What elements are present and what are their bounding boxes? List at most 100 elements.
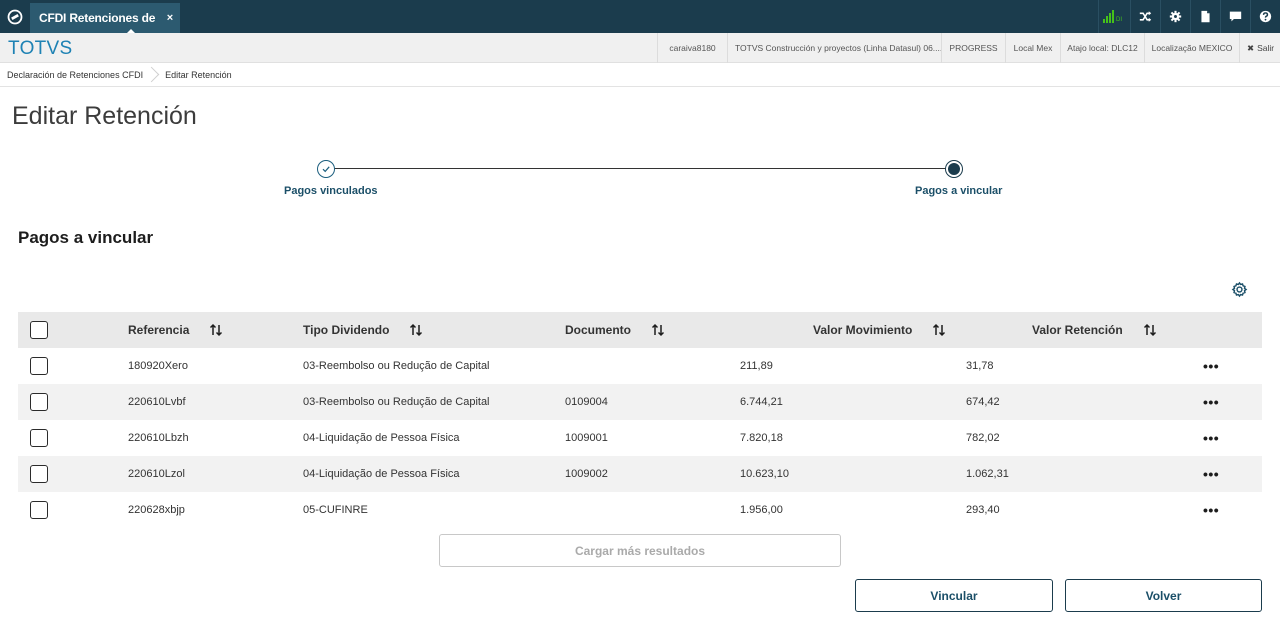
column-label: Referencia xyxy=(128,323,190,337)
help-icon xyxy=(1259,10,1272,23)
database-info: PROGRESS xyxy=(941,33,1005,63)
breadcrumb: Declaración de Retenciones CFDI Editar R… xyxy=(0,63,1280,87)
tab-cfdi-retenciones[interactable]: CFDI Retenciones de × xyxy=(30,3,180,34)
cell-tipo-dividendo: 03-Reembolso ou Redução de Capital xyxy=(303,396,490,408)
header-bar: TOTVS caraiva8180 TOTVS Construcción y p… xyxy=(0,33,1280,63)
top-tab-bar: CFDI Retenciones de × DI xyxy=(0,0,1280,34)
row-checkbox[interactable] xyxy=(30,393,48,411)
settings-button[interactable] xyxy=(1160,0,1190,33)
shuffle-button[interactable] xyxy=(1130,0,1160,33)
row-checkbox[interactable] xyxy=(30,501,48,519)
step-pagos-a-vincular[interactable] xyxy=(945,160,963,178)
cell-documento: 1009002 xyxy=(565,468,608,480)
column-label: Documento xyxy=(565,323,631,337)
localization-info: Localização MEXICO xyxy=(1144,33,1239,63)
vincular-button[interactable]: Vincular xyxy=(855,579,1053,612)
shortcut-info: Atajo local: DLC12 xyxy=(1060,33,1144,63)
cell-tipo-dividendo: 05-CUFINRE xyxy=(303,504,368,516)
step-label-pagos-vinculados[interactable]: Pagos vinculados xyxy=(284,185,378,197)
row-actions-icon[interactable]: ••• xyxy=(1203,492,1219,528)
sort-icon[interactable] xyxy=(932,323,946,337)
tab-close-icon[interactable]: × xyxy=(160,12,180,24)
logout-button[interactable]: ✖ Salir xyxy=(1239,33,1280,63)
cell-valor-movimiento: 211,89 xyxy=(740,360,773,372)
company-info[interactable]: TOTVS Construcción y proyectos (Linha Da… xyxy=(727,33,941,63)
cell-referencia: 220610Lvbf xyxy=(128,396,186,408)
row-checkbox[interactable] xyxy=(30,429,48,447)
cell-documento: 1009001 xyxy=(565,432,608,444)
user-info[interactable]: caraiva8180 xyxy=(657,33,727,63)
di-label: DI xyxy=(1116,17,1122,23)
cell-referencia: 220610Lzol xyxy=(128,468,185,480)
cell-referencia: 180920Xero xyxy=(128,360,188,372)
step-pagos-vinculados[interactable] xyxy=(317,160,335,178)
table-header: Referencia Tipo Dividendo Documento Valo… xyxy=(18,312,1262,348)
table-row[interactable]: 220610Lzol 04-Liquidação de Pessoa Físic… xyxy=(18,456,1262,492)
signal-bars-icon: DI xyxy=(1102,10,1122,23)
step-label-pagos-a-vincular[interactable]: Pagos a vincular xyxy=(915,185,1002,197)
column-header-valor-movimiento[interactable]: Valor Movimiento xyxy=(813,312,946,348)
row-checkbox[interactable] xyxy=(30,465,48,483)
totvs-logo-icon xyxy=(7,9,23,24)
cell-valor-retencion: 1.062,31 xyxy=(966,468,1009,480)
session-info: caraiva8180 TOTVS Construcción y proyect… xyxy=(657,33,1280,63)
table-row[interactable]: 220628xbjp 05-CUFINRE 1.956,00 293,40 ••… xyxy=(18,492,1262,528)
stepper-line xyxy=(334,168,946,169)
column-label: Tipo Dividendo xyxy=(303,323,390,337)
row-actions-icon[interactable]: ••• xyxy=(1203,384,1219,420)
document-button[interactable] xyxy=(1190,0,1220,33)
breadcrumb-separator-icon xyxy=(150,63,158,87)
help-button[interactable] xyxy=(1250,0,1280,33)
home-button[interactable] xyxy=(0,0,30,33)
select-all-checkbox[interactable] xyxy=(30,321,48,339)
cell-valor-movimiento: 1.956,00 xyxy=(740,504,783,516)
row-actions-icon[interactable]: ••• xyxy=(1203,456,1219,492)
column-label: Valor Retención xyxy=(1032,323,1123,337)
row-actions-icon[interactable]: ••• xyxy=(1203,420,1219,456)
page-title: Editar Retención xyxy=(12,102,197,130)
current-step-dot-icon xyxy=(948,163,960,175)
sort-icon[interactable] xyxy=(209,323,223,337)
shuffle-icon xyxy=(1139,11,1152,22)
cell-tipo-dividendo: 04-Liquidação de Pessoa Física xyxy=(303,468,460,480)
load-more-button[interactable]: Cargar más resultados xyxy=(439,534,841,567)
check-icon xyxy=(322,166,330,173)
document-icon xyxy=(1201,10,1210,23)
cell-valor-retencion: 31,78 xyxy=(966,360,994,372)
breadcrumb-item-editar: Editar Retención xyxy=(165,69,232,80)
sort-icon[interactable] xyxy=(409,323,423,337)
cell-referencia: 220610Lbzh xyxy=(128,432,189,444)
cell-valor-retencion: 674,42 xyxy=(966,396,1000,408)
table-row[interactable]: 180920Xero 03-Reembolso ou Redução de Ca… xyxy=(18,348,1262,384)
column-header-documento[interactable]: Documento xyxy=(565,312,665,348)
logout-label: Salir xyxy=(1257,43,1275,53)
cell-valor-movimiento: 7.820,18 xyxy=(740,432,783,444)
cell-referencia: 220628xbjp xyxy=(128,504,185,516)
column-header-referencia[interactable]: Referencia xyxy=(128,312,223,348)
cell-valor-movimiento: 6.744,21 xyxy=(740,396,783,408)
cell-valor-retencion: 293,40 xyxy=(966,504,1000,516)
row-actions-icon[interactable]: ••• xyxy=(1203,348,1219,384)
tab-label: CFDI Retenciones de xyxy=(39,11,156,25)
column-header-valor-retencion[interactable]: Valor Retención xyxy=(1032,312,1157,348)
chat-icon xyxy=(1229,11,1242,22)
top-toolbar: DI xyxy=(1098,0,1280,33)
sort-icon[interactable] xyxy=(651,323,665,337)
cell-valor-retencion: 782,02 xyxy=(966,432,1000,444)
row-checkbox[interactable] xyxy=(30,357,48,375)
messages-button[interactable] xyxy=(1220,0,1250,33)
cell-documento: 0109004 xyxy=(565,396,608,408)
connection-status-button[interactable]: DI xyxy=(1098,0,1130,33)
table-row[interactable]: 220610Lvbf 03-Reembolso ou Redução de Ca… xyxy=(18,384,1262,420)
cell-tipo-dividendo: 04-Liquidação de Pessoa Física xyxy=(303,432,460,444)
sort-icon[interactable] xyxy=(1143,323,1157,337)
payments-table: Referencia Tipo Dividendo Documento Valo… xyxy=(18,312,1262,528)
cell-valor-movimiento: 10.623,10 xyxy=(740,468,789,480)
volver-button[interactable]: Volver xyxy=(1065,579,1262,612)
column-header-tipo-dividendo[interactable]: Tipo Dividendo xyxy=(303,312,423,348)
breadcrumb-item-declaracion[interactable]: Declaración de Retenciones CFDI xyxy=(0,63,150,87)
section-title: Pagos a vincular xyxy=(18,228,154,247)
table-row[interactable]: 220610Lbzh 04-Liquidação de Pessoa Físic… xyxy=(18,420,1262,456)
gear-icon xyxy=(1169,10,1182,23)
table-settings-icon[interactable] xyxy=(1231,281,1248,298)
